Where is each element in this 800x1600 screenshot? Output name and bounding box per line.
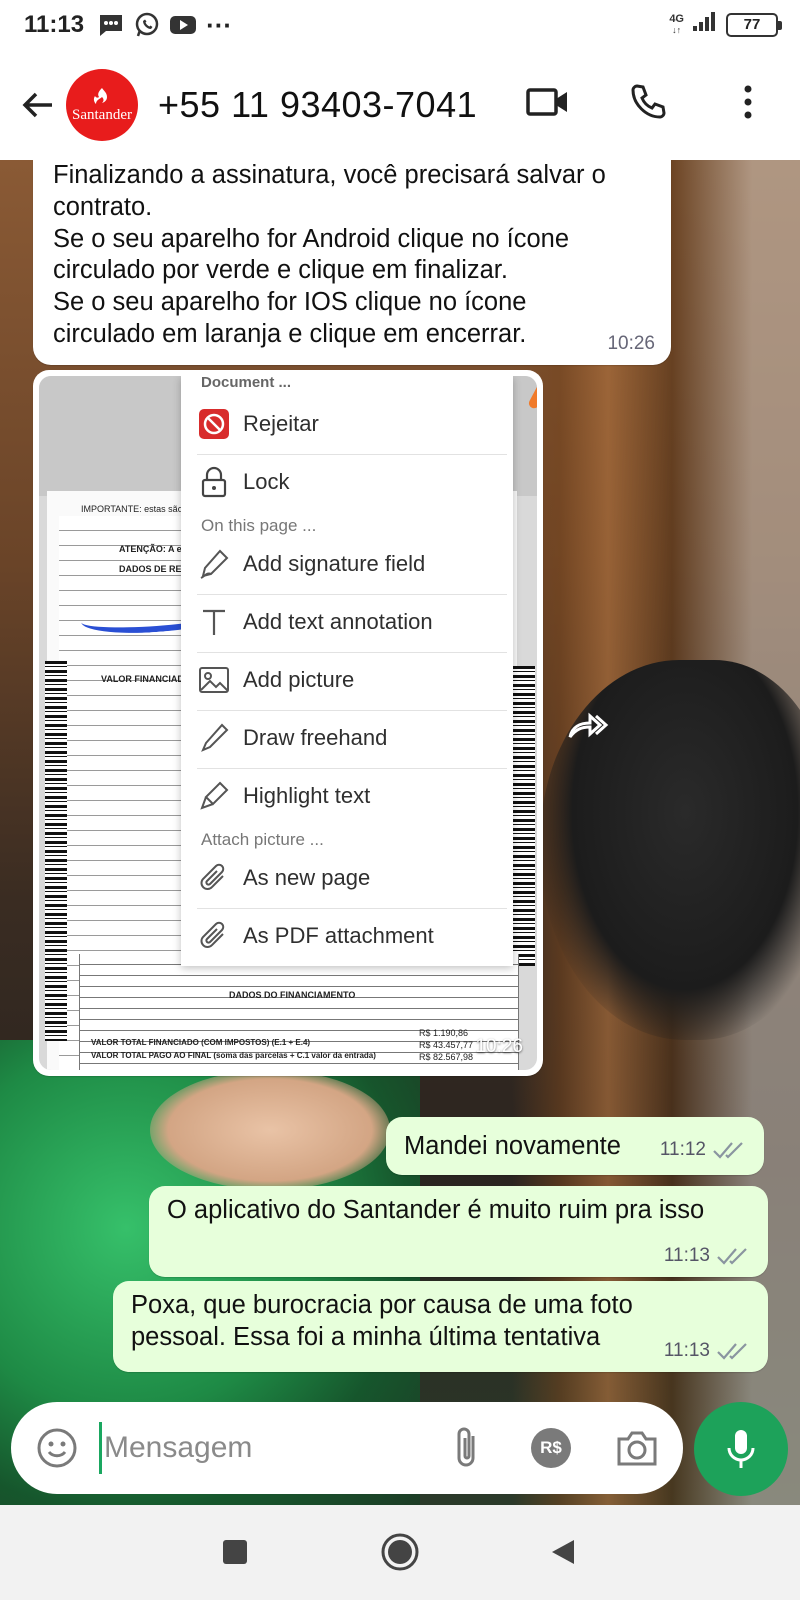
payment-button[interactable]: R$ <box>527 1424 575 1472</box>
paperclip-icon <box>197 919 231 953</box>
outgoing-message[interactable]: O aplicativo do Santander é muito ruim p… <box>149 1186 768 1277</box>
menu-item-as-pdf-attachment: As PDF attachment <box>181 908 513 964</box>
menu-item-add-picture: Add picture <box>181 652 513 708</box>
santander-flame-icon <box>93 88 107 104</box>
doc-value: R$ 82.567,98 <box>419 1052 474 1062</box>
message-meta: 11:12 <box>660 1139 746 1161</box>
emoji-button[interactable] <box>33 1424 81 1472</box>
message-meta: 11:13 <box>664 1340 750 1362</box>
forward-button[interactable] <box>562 700 614 752</box>
lock-icon <box>197 465 231 499</box>
highlighter-icon <box>197 779 231 813</box>
recent-apps-button[interactable] <box>210 1527 260 1577</box>
phone-icon <box>631 84 666 119</box>
menu-item-draw-freehand: Draw freehand <box>181 710 513 766</box>
pen-icon <box>197 721 231 755</box>
forward-arrows-icon <box>568 712 609 738</box>
message-time: 11:13 <box>663 1245 710 1266</box>
chat-header: Santander +55 11 93403-7041 <box>0 50 800 160</box>
battery-indicator: 77 <box>726 12 782 37</box>
microphone-icon <box>727 1430 755 1468</box>
message-composer: R$ <box>11 1402 683 1494</box>
barcode-left <box>45 661 67 1041</box>
menu-item-add-text: Add text annotation <box>181 594 513 650</box>
doc-text-total-pago: VALOR TOTAL PAGO AO FINAL (soma das parc… <box>91 1051 376 1060</box>
barcode-right <box>511 666 535 966</box>
menu-item-rejeitar: Rejeitar <box>181 396 513 452</box>
menu-item-lock: Lock <box>181 454 513 510</box>
menu-section-label: Attach picture ... <box>201 830 324 849</box>
picture-icon <box>197 663 231 697</box>
youtube-icon <box>168 10 198 40</box>
attach-button[interactable] <box>443 1424 491 1472</box>
double-check-icon <box>717 1248 747 1265</box>
image-attachment[interactable]: IMPORTANTE: estas são as p ATENÇÃO: A ef… <box>39 376 537 1070</box>
more-notifications-icon: ··· <box>206 10 233 40</box>
doc-text-valor-fin: VALOR FINANCIADO <box>101 674 191 684</box>
doc-text-total-fin: VALOR TOTAL FINANCIADO (COM IMPOSTOS) (E… <box>91 1038 311 1047</box>
network-type: 4G ↓↑ <box>669 12 684 35</box>
image-message[interactable]: IMPORTANTE: estas são as p ATENÇÃO: A ef… <box>33 370 543 1076</box>
circle-home-icon <box>381 1533 419 1571</box>
context-menu: Document ... Rejeitar Lock On this page … <box>181 376 537 966</box>
menu-title: Document ... <box>201 376 292 391</box>
message-text: Finalizando a assinatura, você precisará… <box>53 161 606 348</box>
system-navigation-bar <box>0 1505 800 1600</box>
square-icon <box>223 1540 247 1564</box>
menu-item-highlight-text: Highlight text <box>181 768 513 824</box>
camera-button[interactable] <box>613 1424 661 1472</box>
signal-icon <box>692 10 718 39</box>
voice-call-button[interactable] <box>626 80 670 124</box>
doc-value: R$ 1.190,86 <box>419 1028 469 1038</box>
double-check-icon <box>717 1343 747 1360</box>
system-back-button[interactable] <box>538 1527 588 1577</box>
incoming-message[interactable]: Finalizando a assinatura, você precisará… <box>33 160 671 365</box>
voice-message-button[interactable] <box>694 1402 788 1496</box>
more-options-button[interactable] <box>726 80 770 124</box>
status-bar: 11:13 ··· 4G ↓↑ 77 <box>0 0 800 50</box>
outgoing-message[interactable]: Mandei novamente 11:12 <box>386 1117 764 1175</box>
text-icon <box>197 605 231 639</box>
message-time: 11:13 <box>663 1340 710 1361</box>
outgoing-message[interactable]: Poxa, que burocracia por causa de uma fo… <box>113 1281 768 1372</box>
status-time: 11:13 <box>24 11 85 38</box>
payment-icon: R$ <box>531 1428 571 1468</box>
doc-value: R$ 43.457,77 <box>419 1040 474 1050</box>
message-text: O aplicativo do Santander é muito ruim p… <box>167 1196 705 1224</box>
whatsapp-icon <box>132 10 162 40</box>
menu-item-add-signature: Add signature field <box>181 536 513 592</box>
video-call-button[interactable] <box>526 80 570 124</box>
triangle-back-icon <box>552 1540 574 1564</box>
sms-icon <box>96 10 126 40</box>
doc-text-dados-fin: DADOS DO FINANCIAMENTO <box>229 990 356 1000</box>
wallpaper-photo-detail <box>150 1070 390 1190</box>
arrow-left-icon <box>22 92 52 118</box>
message-time: 10:26 <box>607 333 655 354</box>
double-check-icon <box>713 1142 743 1159</box>
menu-section-label: On this page ... <box>201 516 317 535</box>
message-input[interactable] <box>99 1422 419 1474</box>
back-button[interactable] <box>10 77 66 133</box>
message-time: 10:26 <box>475 1036 523 1057</box>
message-meta: 11:13 <box>664 1245 750 1267</box>
message-text: Mandei novamente <box>404 1132 621 1160</box>
home-button[interactable] <box>375 1527 425 1577</box>
vertical-dots-icon <box>744 85 752 119</box>
menu-item-as-new-page: As new page <box>181 850 513 906</box>
reject-icon <box>197 407 231 441</box>
avatar[interactable]: Santander <box>66 69 138 141</box>
video-camera-icon <box>526 88 567 116</box>
camera-icon <box>617 1431 657 1466</box>
emoji-icon <box>37 1428 77 1468</box>
paperclip-icon <box>197 861 231 895</box>
message-time: 11:12 <box>659 1139 706 1160</box>
contact-name[interactable]: +55 11 93403-7041 <box>158 84 477 126</box>
paperclip-icon <box>457 1427 475 1467</box>
message-text: Poxa, que burocracia por causa de uma fo… <box>131 1291 633 1351</box>
signature-pen-icon <box>197 547 231 581</box>
